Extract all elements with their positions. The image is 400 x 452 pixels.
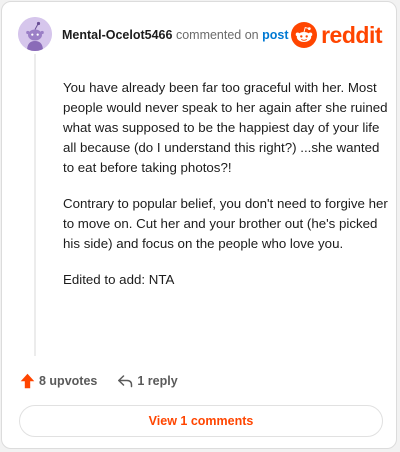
snoo-avatar-icon[interactable] <box>18 17 52 51</box>
thread-line[interactable] <box>34 54 36 356</box>
post-link[interactable]: post <box>262 28 288 42</box>
comment-meta: Mental-Ocelot5466 commented on post <box>62 28 289 42</box>
reddit-brand: reddit <box>291 20 382 50</box>
comment-card: Mental-Ocelot5466 commented on post redd… <box>1 1 397 449</box>
comment-body: You have already been far too graceful w… <box>63 78 389 306</box>
comment-header: Mental-Ocelot5466 commented on post redd… <box>18 17 384 53</box>
view-comments-button[interactable]: View 1 comments <box>19 405 383 437</box>
upvote-arrow-icon[interactable] <box>20 373 35 389</box>
comment-paragraph: Edited to add: NTA <box>63 272 175 287</box>
reply-button[interactable]: 1 reply <box>137 374 177 388</box>
comment-paragraph: Contrary to popular belief, you don't ne… <box>63 196 388 251</box>
comment-paragraph: You have already been far too graceful w… <box>63 80 388 175</box>
upvote-count: 8 upvotes <box>39 374 98 388</box>
reddit-wordmark: reddit <box>321 22 382 48</box>
commented-on-text: commented on <box>175 28 259 42</box>
reply-arrow-icon[interactable] <box>117 374 133 388</box>
reddit-logo-icon <box>291 22 318 48</box>
comment-actions: 8 upvotes 1 reply <box>20 371 178 391</box>
username[interactable]: Mental-Ocelot5466 <box>62 28 172 42</box>
